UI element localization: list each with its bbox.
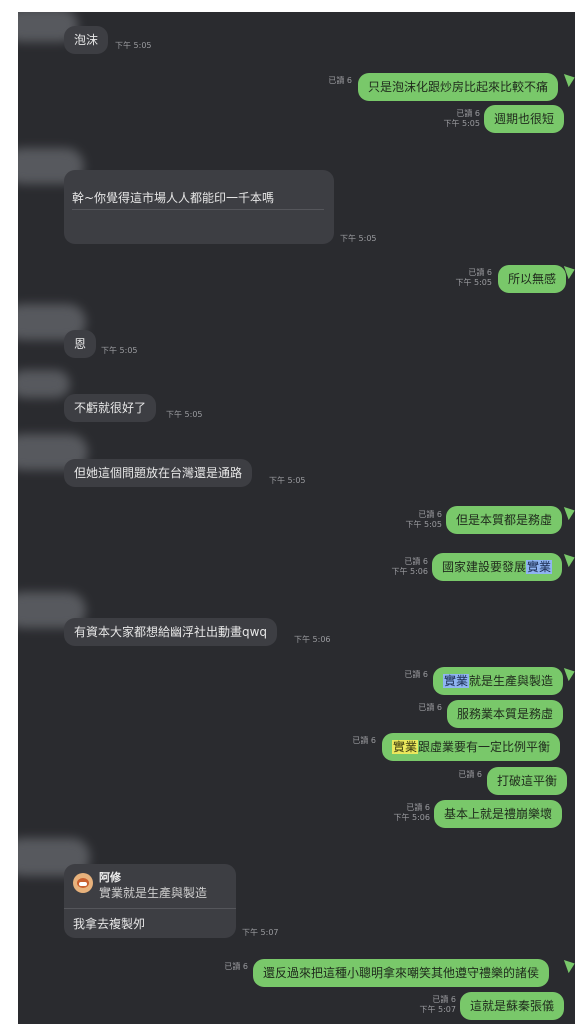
message-text: 恩 (74, 337, 87, 351)
message-text: 但她這個問題放在台灣還是通路 (74, 466, 243, 480)
message-text: 不虧就很好了 (74, 401, 147, 415)
message-status: 已讀 6 (328, 76, 352, 85)
message-text: 泡沫 (74, 33, 99, 47)
message-text: 有資本大家都想給幽浮社出動畫qwq (74, 625, 268, 639)
message-status: 已讀 6 (458, 770, 482, 779)
message-bubble[interactable]: 還反過來把這種小聰明拿來嘲笑其他遵守禮樂的諸侯 (253, 959, 550, 987)
highlight-term: 實業 (443, 674, 470, 688)
message-status: 已讀 6 (404, 670, 428, 679)
message-time: 下午 5:05 (115, 41, 152, 50)
message-time: 下午 5:06 (294, 635, 331, 644)
message-text: 基本上就是禮崩樂壞 (444, 807, 553, 821)
bubble-tail (563, 550, 575, 568)
message-status: 已讀 6 下午 5:06 (393, 803, 430, 822)
message-status: 已讀 6 下午 5:06 (391, 557, 428, 576)
bubble-tail (563, 503, 575, 521)
message-bubble[interactable]: 基本上就是禮崩樂壞 (434, 800, 563, 828)
message-bubble[interactable]: 打破這平衡 (487, 767, 568, 795)
message-bubble[interactable]: 國家建設要發展實業 (432, 553, 563, 581)
message-text: 幹~你覺得這市場人人都能印一千本嗎 (72, 191, 275, 205)
message-text: 服務業本質是務虛 (457, 707, 554, 721)
message-bubble[interactable]: 但她這個問題放在台灣還是通路 (64, 459, 253, 487)
sender-avatar-icon[interactable] (18, 370, 70, 398)
message-time: 下午 5:05 (101, 346, 138, 355)
message-bubble[interactable]: 有資本大家都想給幽浮社出動畫qwq (64, 618, 278, 646)
bubble-tail (563, 956, 575, 974)
reply-sender-name: 阿修 (99, 871, 121, 884)
message-bubble[interactable]: 不虧就很好了 (64, 394, 157, 422)
highlight-term: 實業 (392, 740, 419, 754)
message-bubble[interactable]: 但是本質都是務虛 (446, 506, 563, 534)
reply-quoted-text: 實業就是生產與製造 (99, 886, 208, 900)
message-bubble[interactable]: 這就是蘇秦張儀 (460, 992, 565, 1020)
message-time: 下午 5:05 (340, 234, 377, 243)
message-time: 下午 5:07 (242, 928, 279, 937)
card-divider (64, 908, 236, 909)
message-time: 下午 5:05 (269, 476, 306, 485)
message-text: 只是泡沫化跟炒房比起來比較不痛 (368, 80, 549, 94)
message-text: 所以無感 (508, 272, 557, 286)
bubble-tail (563, 70, 575, 88)
message-text: 週期也很短 (494, 112, 555, 126)
message-bubble[interactable]: 實業就是生產與製造 (433, 667, 564, 695)
message-text: 打破這平衡 (497, 774, 558, 788)
message-status: 已讀 6 (224, 962, 248, 971)
message-time: 下午 5:05 (166, 410, 203, 419)
message-status: 已讀 6 下午 5:05 (443, 109, 480, 128)
reply-message-card[interactable]: 阿修 實業就是生產與製造 我拿去複製夘 (64, 864, 236, 938)
chat-view[interactable]: 泡沫 下午 5:05 已讀 6 只是泡沫化跟炒房比起來比較不痛 已讀 6 下午 5… (18, 12, 575, 1024)
message-text: 但是本質都是務虛 (456, 513, 553, 527)
message-bubble[interactable]: 實業跟虛業要有一定比例平衡 (382, 733, 561, 761)
user-avatar-icon (73, 873, 93, 893)
message-bubble[interactable]: 泡沫 (64, 26, 109, 54)
message-bubble[interactable]: 服務業本質是務虛 (447, 700, 564, 728)
message-text: 這就是蘇秦張儀 (470, 999, 555, 1013)
message-status: 已讀 6 下午 5:05 (455, 268, 492, 287)
message-bubble[interactable]: 週期也很短 (484, 105, 565, 133)
message-text: 還反過來把這種小聰明拿來嘲笑其他遵守禮樂的諸侯 (263, 966, 540, 980)
message-text: 國家建設要發展 (442, 560, 527, 574)
message-bubble[interactable]: 所以無感 (498, 265, 567, 293)
message-bubble[interactable]: 幹~你覺得這市場人人都能印一千本嗎 (64, 170, 334, 244)
card-divider (72, 209, 324, 210)
message-text: 就是生產與製造 (469, 674, 554, 688)
message-bubble[interactable]: 恩 (64, 330, 97, 358)
message-status: 已讀 6 下午 5:07 (419, 995, 456, 1014)
message-text: 我拿去複製夘 (73, 917, 146, 931)
message-bubble[interactable]: 只是泡沫化跟炒房比起來比較不痛 (358, 73, 559, 101)
highlight-term: 實業 (526, 560, 553, 574)
message-text: 跟虛業要有一定比例平衡 (418, 740, 551, 754)
message-status: 已讀 6 (352, 736, 376, 745)
message-status: 已讀 6 下午 5:05 (405, 510, 442, 529)
bubble-tail (563, 664, 575, 682)
message-status: 已讀 6 (418, 703, 442, 712)
